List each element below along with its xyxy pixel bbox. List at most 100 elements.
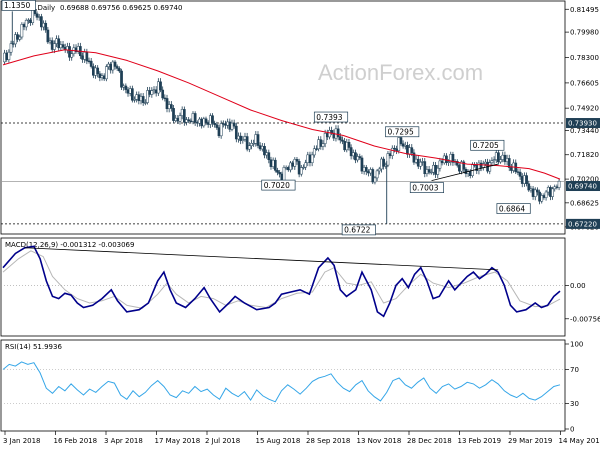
- x-tick-label: 3 Apr 2018: [104, 437, 143, 445]
- candle-body: [501, 154, 505, 160]
- candle-body: [499, 159, 502, 163]
- candle-body: [241, 139, 245, 141]
- candle-body: [546, 187, 550, 193]
- candle-body: [416, 158, 420, 167]
- x-tick-label: 2 Jul 2018: [205, 437, 240, 445]
- candle-body: [401, 143, 405, 147]
- candle-body: [185, 119, 188, 123]
- price-tick-label: 0.78300: [570, 54, 599, 62]
- price-label-text: 0.6722: [344, 226, 370, 235]
- level-badge-text: 0.73930: [568, 120, 597, 128]
- candle-body: [516, 171, 520, 173]
- candle-body: [120, 70, 123, 88]
- candle-body: [520, 176, 524, 184]
- candle-body: [68, 46, 71, 58]
- candle-body: [193, 113, 197, 123]
- price-tick-label: 0.79980: [570, 29, 599, 37]
- candle-body: [172, 108, 175, 121]
- candle-body: [323, 133, 327, 144]
- candle-body: [306, 154, 310, 163]
- candle-body: [468, 171, 472, 176]
- price-tick-label: 0.81495: [570, 6, 599, 14]
- price-tick-label: 0.71820: [570, 151, 599, 159]
- candle-body: [247, 145, 251, 150]
- rsi-layer: [1, 361, 565, 404]
- rsi-title: RSI(14) 51.9936: [5, 343, 62, 351]
- candle-body: [269, 159, 273, 167]
- price-label-text: 0.7393: [316, 113, 342, 122]
- candle-body: [118, 68, 121, 72]
- candle-body: [325, 133, 329, 138]
- candle-body: [523, 175, 526, 184]
- candle-body: [345, 141, 349, 151]
- candle-body: [92, 66, 95, 76]
- candle-body: [388, 153, 392, 157]
- candle-body: [165, 98, 169, 110]
- candle-body: [406, 145, 409, 155]
- candle-body: [260, 146, 264, 150]
- candle-body: [479, 162, 483, 168]
- candle-body: [354, 152, 357, 161]
- candle-body: [544, 191, 548, 198]
- x-tick-label: 16 Feb 2018: [54, 437, 98, 445]
- candle-body: [221, 123, 225, 125]
- candle-body: [202, 118, 206, 127]
- candle-body: [492, 159, 496, 161]
- price-tick-label: 0.68625: [570, 199, 599, 207]
- candle-body: [44, 22, 48, 31]
- candle-body: [174, 117, 178, 121]
- candle-body: [380, 158, 383, 170]
- candle-body: [53, 43, 56, 50]
- candle-body: [46, 29, 50, 43]
- candle-body: [35, 13, 39, 18]
- candle-body: [14, 34, 17, 45]
- candle-body: [87, 60, 91, 62]
- candle-body: [148, 90, 152, 95]
- candle-body: [319, 139, 323, 147]
- price-label-text: 0.7003: [412, 183, 438, 192]
- candle-body: [549, 187, 552, 197]
- candle-body: [215, 124, 219, 128]
- candle-body: [57, 38, 61, 49]
- price-ohlc: 0.69688 0.69756 0.69625 0.69740: [60, 4, 182, 12]
- candle-body: [137, 94, 141, 102]
- candle-body: [399, 137, 403, 144]
- candle-body: [419, 161, 422, 167]
- candle-body: [503, 154, 507, 162]
- candle-body: [156, 81, 160, 94]
- candle-body: [59, 44, 63, 49]
- candle-body: [224, 123, 227, 126]
- candle-body: [7, 51, 11, 60]
- x-tick-label: 29 Mar 2019: [508, 437, 552, 445]
- candle-body: [386, 153, 390, 166]
- x-tick-label: 28 Sep 2018: [306, 437, 350, 445]
- candle-body: [211, 115, 214, 124]
- candle-body: [427, 169, 431, 173]
- candle-body: [176, 117, 180, 122]
- candle-body: [141, 96, 145, 103]
- candle-body: [494, 152, 498, 160]
- candle-body: [293, 159, 297, 167]
- candle-body: [3, 52, 6, 63]
- candle-body: [22, 24, 26, 28]
- candle-body: [278, 172, 281, 175]
- candle-body: [191, 113, 195, 122]
- candle-body: [436, 167, 440, 175]
- rsi-tick-label: 30: [570, 400, 579, 408]
- rsi-panel-frame: [0, 339, 566, 432]
- candle-body: [83, 51, 87, 60]
- candle-body: [55, 38, 58, 44]
- candle-body: [37, 16, 41, 18]
- candle-body: [250, 143, 253, 146]
- candle-body: [187, 119, 191, 122]
- candle-body: [115, 66, 119, 69]
- candle-body: [304, 162, 307, 168]
- candle-body: [133, 99, 136, 101]
- level-badge-text: 0.69740: [568, 183, 597, 191]
- candle-body: [105, 66, 108, 80]
- price-label-text: 0.7205: [473, 141, 499, 150]
- candle-body: [373, 177, 377, 183]
- candle-body: [61, 44, 65, 48]
- candle-body: [239, 135, 243, 141]
- candle-body: [154, 89, 158, 94]
